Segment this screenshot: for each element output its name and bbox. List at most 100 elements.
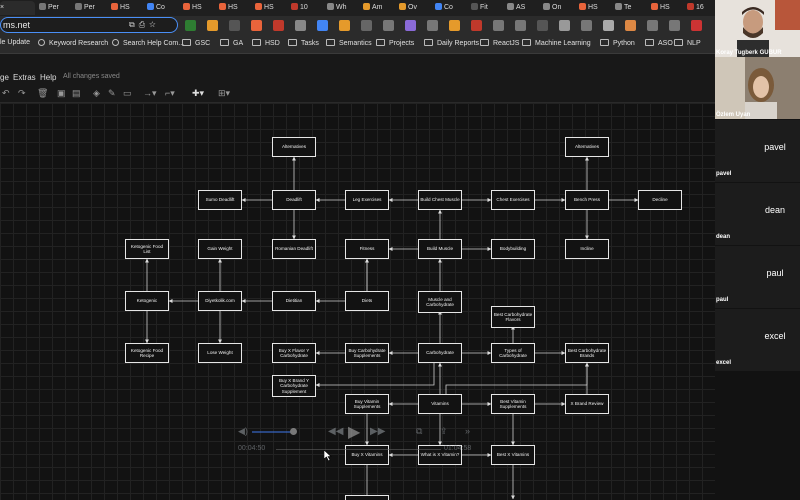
diagram-node-brand-review[interactable]: X Brand Review bbox=[565, 394, 609, 414]
diagram-node-sumo[interactable]: Sumo Deadlift bbox=[198, 190, 242, 210]
diagram-node-build-muscle[interactable]: Build Muscle bbox=[418, 239, 462, 259]
diagram-node-keto[interactable]: Ketogenic bbox=[125, 291, 169, 311]
browser-tab[interactable]: AS bbox=[504, 1, 539, 15]
rewind-icon[interactable]: ◀◀ bbox=[328, 426, 343, 437]
volume-knob[interactable] bbox=[290, 428, 297, 435]
bookmark-item[interactable]: Machine Learning bbox=[522, 39, 591, 47]
line-color-icon[interactable]: ✎ bbox=[108, 88, 116, 99]
menu-extras[interactable]: Extras bbox=[13, 73, 36, 82]
participant-tile-excel[interactable]: excel excel bbox=[715, 309, 800, 371]
fast-forward-icon[interactable]: ▶▶ bbox=[370, 426, 385, 437]
browser-tab[interactable]: Per bbox=[36, 1, 71, 15]
browser-tab[interactable]: HS bbox=[252, 1, 287, 15]
extension-icon[interactable] bbox=[449, 20, 460, 31]
extension-icon[interactable] bbox=[427, 20, 438, 31]
undo-icon[interactable]: ↶ bbox=[2, 88, 10, 99]
browser-tab[interactable]: Per bbox=[72, 1, 107, 15]
diagram-node-best-x-vit[interactable]: Best X Vitamins bbox=[491, 445, 535, 465]
diagram-node-gain[interactable]: Gain Weight bbox=[198, 239, 242, 259]
extension-icon[interactable] bbox=[581, 20, 592, 31]
fill-color-icon[interactable]: ◈ bbox=[93, 88, 100, 99]
diagram-node-diyetkolik[interactable]: Diyetkolik.com bbox=[198, 291, 242, 311]
volume-slider[interactable] bbox=[252, 431, 294, 433]
extension-icon[interactable] bbox=[537, 20, 548, 31]
extension-icon[interactable] bbox=[515, 20, 526, 31]
extension-icon[interactable] bbox=[471, 20, 482, 31]
diagram-node-vitamins[interactable]: Vitamins bbox=[418, 394, 462, 414]
waypoints-icon[interactable]: ⌐▾ bbox=[165, 88, 175, 99]
browser-tab[interactable]: Fit bbox=[468, 1, 503, 15]
participant-tile-pavel[interactable]: pavel pavel bbox=[715, 120, 800, 182]
play-icon[interactable]: ▶ bbox=[348, 422, 360, 442]
volume-icon[interactable]: ◀) bbox=[238, 426, 248, 437]
progress-track[interactable] bbox=[276, 449, 441, 450]
bookmark-item[interactable]: Daily Reports bbox=[424, 39, 479, 47]
bookmark-item[interactable]: Search Help Com... bbox=[112, 39, 184, 47]
to-back-icon[interactable]: ▤ bbox=[72, 88, 81, 99]
diagram-node-bench[interactable]: Bench Press bbox=[565, 190, 609, 210]
diagram-node-best-carb-flavor[interactable]: Best Carbohydrate Flavors bbox=[491, 306, 535, 328]
diagram-node-alt2[interactable]: Alternatives bbox=[565, 137, 609, 157]
extension-icon[interactable] bbox=[339, 20, 350, 31]
extension-icon[interactable] bbox=[603, 20, 614, 31]
diagram-node-buy-flavor[interactable]: Buy X Flavor Y Carbohydrate bbox=[272, 343, 316, 363]
bookmark-item[interactable]: ReactJS bbox=[480, 39, 519, 47]
bookmark-item[interactable]: NLP bbox=[674, 39, 701, 47]
extension-icon[interactable] bbox=[625, 20, 636, 31]
diagram-node-decline[interactable]: Decline bbox=[638, 190, 682, 210]
diagram-node-fitness[interactable]: Fitness bbox=[345, 239, 389, 259]
bookmark-item[interactable]: HSD bbox=[252, 39, 280, 47]
diagram-node-dietitian[interactable]: Dietitian bbox=[272, 291, 316, 311]
insert-icon[interactable]: ✚▾ bbox=[192, 88, 204, 99]
extension-icon[interactable] bbox=[405, 20, 416, 31]
diagram-node-offscreen[interactable] bbox=[345, 495, 389, 500]
browser-tab[interactable]: Ov bbox=[396, 1, 431, 15]
extension-icon[interactable] bbox=[273, 20, 284, 31]
bookmark-item[interactable]: ASO bbox=[645, 39, 673, 47]
browser-tab[interactable]: HS bbox=[180, 1, 215, 15]
browser-tab[interactable]: 16 bbox=[684, 1, 715, 15]
diagram-node-romanian[interactable]: Romanian Deadlift bbox=[272, 239, 316, 259]
bookmark-item[interactable]: Python bbox=[600, 39, 635, 47]
browser-tab[interactable]: HS bbox=[108, 1, 143, 15]
browser-tab[interactable]: HS bbox=[576, 1, 611, 15]
browser-tab[interactable]: Co bbox=[432, 1, 467, 15]
bookmark-item[interactable]: Semantics bbox=[326, 39, 372, 47]
extension-icon[interactable] bbox=[669, 20, 680, 31]
share-icon[interactable]: ⇪ bbox=[440, 426, 448, 437]
bookmark-item[interactable]: le Update bbox=[0, 39, 30, 46]
connection-icon[interactable]: →▾ bbox=[143, 88, 157, 99]
diagram-node-incline[interactable]: Incline bbox=[565, 239, 609, 259]
extension-icon[interactable] bbox=[229, 20, 240, 31]
browser-tab[interactable]: Co bbox=[144, 1, 179, 15]
menu-arrange[interactable]: ge bbox=[0, 73, 9, 82]
address-bar[interactable]: ms.net ⧉⎙☆ bbox=[0, 17, 178, 33]
diagram-node-best-vit[interactable]: Best Vitamin Supplements bbox=[491, 394, 535, 414]
browser-tab[interactable]: Wh bbox=[324, 1, 359, 15]
extension-icon[interactable] bbox=[647, 20, 658, 31]
diagram-node-best-carb-brands[interactable]: Best Carbohydrate Brands bbox=[565, 343, 609, 363]
shadow-icon[interactable]: ▭ bbox=[123, 88, 132, 99]
browser-tab[interactable]: HS bbox=[216, 1, 251, 15]
bookmark-item[interactable]: Tasks bbox=[288, 39, 319, 47]
browser-tab[interactable]: Am bbox=[360, 1, 395, 15]
redo-icon[interactable]: ↷ bbox=[18, 88, 26, 99]
bookmark-item[interactable]: GSC bbox=[182, 39, 210, 47]
diagram-node-alt1[interactable]: Alternatives bbox=[272, 137, 316, 157]
extension-icon[interactable] bbox=[207, 20, 218, 31]
diagram-node-lose[interactable]: Lose Weight bbox=[198, 343, 242, 363]
browser-tab[interactable]: On bbox=[540, 1, 575, 15]
diagram-node-buy-carb[interactable]: Buy Carbohydrate Supplements bbox=[345, 343, 389, 363]
diagram-node-keto-recipe[interactable]: Ketogenic Food Recipe bbox=[125, 343, 169, 363]
participant-tile-paul[interactable]: paul paul bbox=[715, 246, 800, 308]
to-front-icon[interactable]: ▣ bbox=[57, 88, 66, 99]
extension-icon[interactable] bbox=[251, 20, 262, 31]
extension-icon[interactable] bbox=[185, 20, 196, 31]
bookmark-item[interactable]: Keyword Research bbox=[38, 39, 108, 47]
tab-close-button[interactable]: × bbox=[0, 1, 35, 15]
diagram-node-buy-vit[interactable]: Buy Vitamin Supplements bbox=[345, 394, 389, 414]
diagram-node-leg[interactable]: Leg Exercises bbox=[345, 190, 389, 210]
diagram-node-bodybuilding[interactable]: Bodybuilding bbox=[491, 239, 535, 259]
delete-icon[interactable]: 🗑 bbox=[37, 88, 48, 99]
browser-tab[interactable]: HS bbox=[648, 1, 683, 15]
